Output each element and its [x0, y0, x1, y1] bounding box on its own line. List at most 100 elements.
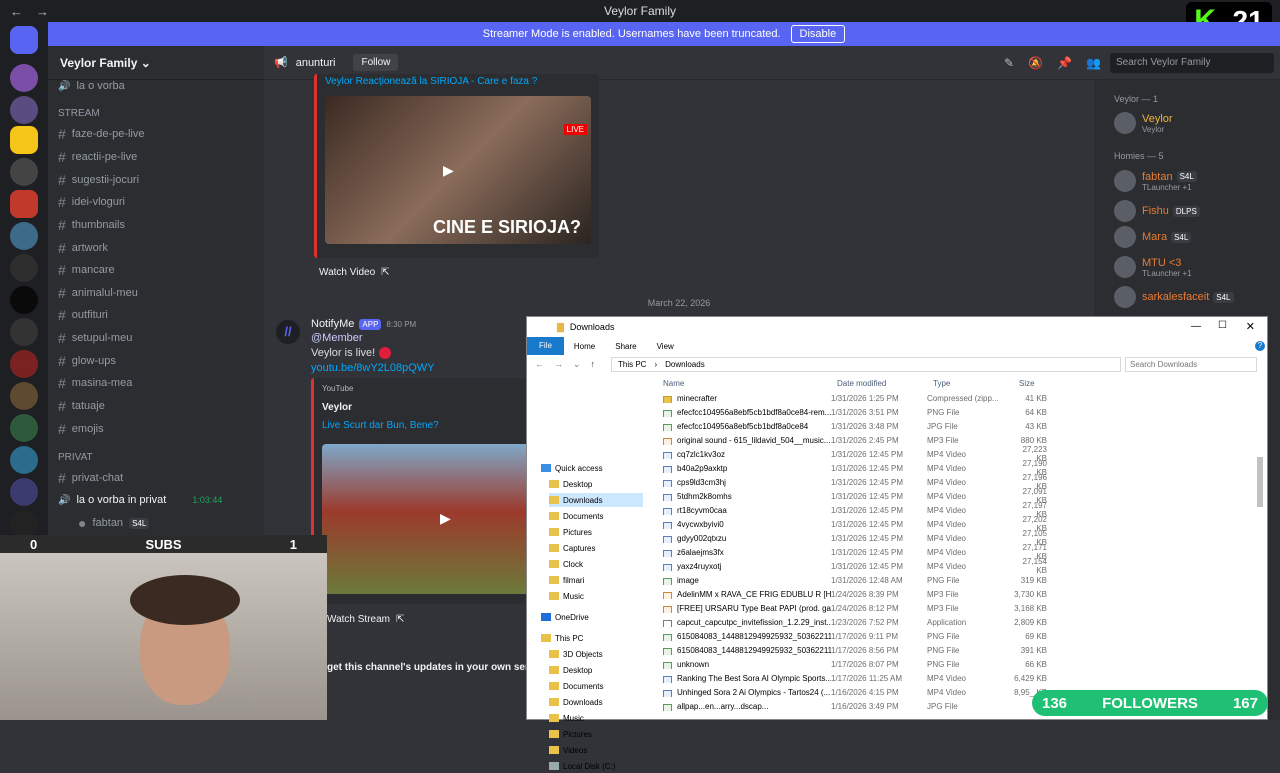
channel-item[interactable]: # masina-mea	[58, 374, 132, 392]
server-icon[interactable]	[10, 414, 38, 442]
nav-item[interactable]: OneDrive	[541, 610, 643, 624]
server-name[interactable]: Veylor Family ⌄	[48, 46, 264, 80]
stream-link[interactable]: youtu.be/8wY2L08pQWY	[311, 362, 435, 374]
file-row[interactable]: capcut_capcutpc_invitefission_1.2.29_ins…	[659, 615, 1199, 629]
path-downloads[interactable]: Downloads	[665, 360, 705, 369]
minimize-icon[interactable]: —	[1191, 321, 1201, 332]
message-author[interactable]: NotifyMe	[311, 318, 354, 330]
member-item[interactable]: MTU <3 TLauncher +1	[1114, 256, 1192, 278]
nav-item[interactable]: Captures	[549, 541, 643, 555]
nav-item[interactable]: Desktop	[549, 477, 643, 491]
discord-home-icon[interactable]	[10, 26, 38, 54]
tab-home[interactable]: Home	[564, 342, 605, 351]
file-row[interactable]: cq7zlc1kv3oz 1/31/2026 12:45 PM MP4 Video 2…	[659, 445, 1199, 463]
back-arrow-icon[interactable]: ←	[535, 359, 544, 370]
file-row[interactable]: 615084083_1448812949925932_503622111... 1…	[659, 643, 1199, 657]
channel-item[interactable]: # privat-chat	[58, 469, 123, 487]
server-icon[interactable]	[10, 318, 38, 346]
channel-item[interactable]: # artwork	[58, 239, 108, 257]
follow-button[interactable]: Follow	[353, 54, 399, 71]
avatar[interactable]: //	[276, 320, 300, 344]
channel-item[interactable]: # sugestii-jocuri	[58, 171, 139, 189]
column-name[interactable]: Name	[663, 379, 684, 388]
threads-icon[interactable]: ✎	[1004, 56, 1014, 70]
disable-button[interactable]: Disable	[790, 25, 846, 43]
nav-item[interactable]: Local Disk (C:)	[549, 759, 643, 773]
watch-video-link[interactable]: Watch Video ⇱	[319, 267, 390, 278]
member-item[interactable]: sarkalesfaceit S4L	[1114, 286, 1234, 308]
embed-title[interactable]: Live Scurt dar Bun, Bene?	[322, 420, 439, 431]
nav-item[interactable]: filmari	[549, 573, 643, 587]
channel-item[interactable]: 🔊 la o vorba in privat 1:03:44	[58, 491, 222, 509]
channel-item[interactable]: # setupul-meu	[58, 329, 132, 347]
search-input[interactable]: Search Veylor Family	[1110, 53, 1274, 73]
nav-item[interactable]: Videos	[549, 743, 643, 757]
file-row[interactable]: unknown 1/17/2026 8:07 PM PNG File 66 KB	[659, 657, 1199, 671]
channel-item[interactable]: # mancare	[58, 261, 115, 279]
file-row[interactable]: yaxz4ruyxotj 1/31/2026 12:45 PM MP4 Video 2…	[659, 557, 1199, 575]
nav-item[interactable]: Desktop	[549, 663, 643, 677]
server-icon[interactable]	[10, 158, 38, 186]
server-icon[interactable]	[10, 96, 38, 124]
search-input[interactable]: Search Downloads	[1125, 357, 1257, 372]
member-item[interactable]: Veylor Veylor	[1114, 112, 1173, 134]
server-icon[interactable]	[10, 510, 38, 538]
file-row[interactable]: 4vycwxbyivi0 1/31/2026 12:45 PM MP4 Video 2…	[659, 515, 1199, 533]
server-icon[interactable]	[10, 64, 38, 92]
channel-item[interactable]: # thumbnails	[58, 216, 125, 234]
server-icon[interactable]	[10, 126, 38, 154]
members-icon[interactable]: 👥	[1086, 56, 1101, 70]
tab-file[interactable]: File	[527, 337, 564, 355]
pin-icon[interactable]: 📌	[1057, 56, 1072, 70]
file-row[interactable]: z6alaejms3fx 1/31/2026 12:45 PM MP4 Video 2…	[659, 543, 1199, 561]
server-icon[interactable]	[10, 222, 38, 250]
nav-item[interactable]: Documents	[549, 509, 643, 523]
channel-item[interactable]: # outfituri	[58, 306, 108, 324]
channel-item[interactable]: # emojis	[58, 420, 104, 438]
file-row[interactable]: 615084083_1448812949925932_503622111... 1…	[659, 629, 1199, 643]
nav-item[interactable]: Music	[549, 711, 643, 725]
file-row[interactable]: 5tdhm2k8omhs 1/31/2026 12:45 PM MP4 Video 2…	[659, 487, 1199, 505]
embed-title[interactable]: Veylor Reacționează la SIRIOJA - Care e …	[325, 76, 595, 87]
path-this-pc[interactable]: This PC	[618, 360, 646, 369]
tab-share[interactable]: Share	[605, 342, 646, 351]
up-arrow-icon[interactable]: ↑	[591, 359, 596, 370]
nav-item[interactable]: Pictures	[549, 525, 643, 539]
tab-view[interactable]: View	[647, 342, 684, 351]
chevron-down-icon[interactable]: ⌄	[573, 359, 581, 370]
maximize-icon[interactable]: ☐	[1218, 320, 1227, 331]
nav-item[interactable]: Downloads	[549, 493, 643, 507]
channel-item[interactable]: 🔊 la o vorba	[58, 77, 125, 95]
file-row[interactable]: b40a2p9axktp 1/31/2026 12:45 PM MP4 Video 2…	[659, 459, 1199, 477]
member-item[interactable]: fabtan S4L TLauncher +1	[1114, 170, 1197, 192]
column-date[interactable]: Date modified	[837, 379, 886, 388]
file-row[interactable]: minecrafter 1/31/2026 1:25 PM Compressed (…	[659, 391, 1199, 405]
nav-item[interactable]: Clock	[549, 557, 643, 571]
nav-item[interactable]: Downloads	[549, 695, 643, 709]
nav-item[interactable]: This PC	[541, 631, 643, 645]
channel-item[interactable]: # idei-vloguri	[58, 193, 125, 211]
server-icon[interactable]	[10, 382, 38, 410]
file-row[interactable]: gdyy002qtxzu 1/31/2026 12:45 PM MP4 Video 2…	[659, 529, 1199, 547]
file-row[interactable]: AdelinMM x RAVA_CE FRIG EDUBLU R [H... 1/…	[659, 587, 1199, 601]
nav-item[interactable]: Quick access	[541, 461, 643, 475]
play-icon[interactable]: ▶	[443, 162, 454, 179]
close-icon[interactable]: ✕	[1246, 320, 1255, 333]
column-size[interactable]: Size	[1019, 379, 1035, 388]
watch-stream-link[interactable]: Watch Stream ⇱	[327, 614, 404, 625]
address-bar[interactable]: This PC › Downloads	[611, 357, 1121, 372]
forward-arrow-icon[interactable]: →	[554, 359, 563, 370]
play-icon[interactable]: ▶	[440, 510, 451, 527]
server-icon[interactable]	[10, 190, 38, 218]
server-icon[interactable]	[10, 350, 38, 378]
file-row[interactable]: cps9ld3cm3hj 1/31/2026 12:45 PM MP4 Video 2…	[659, 473, 1199, 491]
embed-author[interactable]: Veylor	[322, 402, 352, 413]
mute-icon[interactable]: 🔕	[1028, 56, 1043, 70]
file-row[interactable]: [FREE] URSARU Type Beat PAPI (prod. gab)…	[659, 601, 1199, 615]
column-type[interactable]: Type	[933, 379, 950, 388]
server-icon[interactable]	[10, 254, 38, 282]
nav-item[interactable]: Music	[549, 589, 643, 603]
member-item[interactable]: Fishu DLPS	[1114, 200, 1200, 222]
help-icon[interactable]: ?	[1255, 341, 1265, 351]
scrollbar[interactable]	[1257, 457, 1263, 507]
